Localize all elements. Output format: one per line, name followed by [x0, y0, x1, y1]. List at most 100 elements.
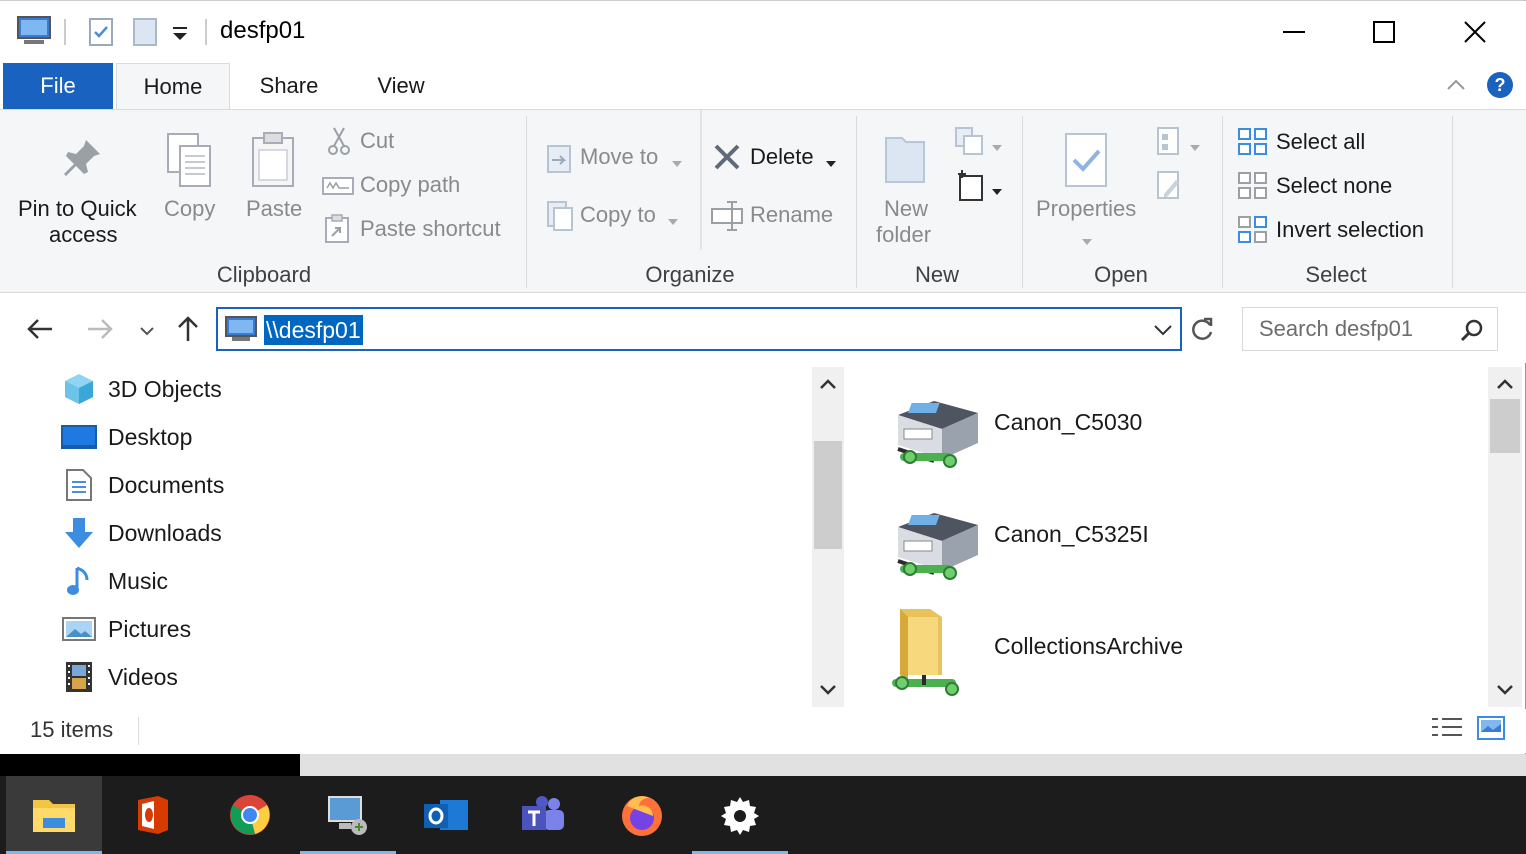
taskbar-file-explorer[interactable] [6, 776, 102, 854]
scroll-down-arrow-icon[interactable] [820, 683, 836, 701]
chevron-down-icon [1082, 232, 1092, 250]
item-count: 15 items [30, 717, 114, 742]
tab-share[interactable]: Share [240, 63, 338, 109]
address-dropdown-chevron-icon[interactable] [1154, 323, 1172, 341]
file-explorer-icon [33, 799, 75, 832]
select-all-button[interactable]: Select all [1234, 124, 1444, 160]
list-item[interactable]: Canon_C5325I [884, 491, 1444, 591]
properties-button[interactable]: Properties [1030, 128, 1148, 254]
navigation-bar: \\desfp01 Search desfp01 [0, 293, 1526, 363]
rename-label: Rename [750, 202, 834, 227]
move-to-icon [546, 142, 574, 179]
rename-icon [710, 200, 746, 237]
copy-path-icon [322, 176, 354, 201]
sidebar-item-3d-objects[interactable]: 3D Objects [60, 369, 760, 409]
new-folder-label-line2: folder [876, 222, 932, 247]
recent-locations-chevron-icon[interactable] [140, 323, 154, 341]
download-arrow-icon [60, 515, 98, 551]
minimize-button[interactable] [1249, 1, 1339, 63]
forward-arrow-icon[interactable] [86, 317, 114, 346]
scroll-up-arrow-icon[interactable] [820, 377, 836, 395]
new-folder-button[interactable]: New folder [868, 128, 948, 254]
copy-to-button[interactable]: Copy to [542, 196, 692, 236]
details-view-icon[interactable] [1430, 715, 1464, 746]
taskbar-outlook[interactable] [398, 776, 494, 854]
picture-icon [60, 611, 98, 647]
select-all-icon [1236, 126, 1270, 163]
paste-button[interactable]: Paste [240, 128, 308, 254]
move-to-button[interactable]: Move to [542, 138, 692, 178]
taskbar-office[interactable] [104, 776, 200, 854]
paste-shortcut-button[interactable]: Paste shortcut [320, 212, 520, 246]
open-button[interactable] [1150, 124, 1206, 158]
sidebar-item-desktop[interactable]: Desktop [60, 417, 760, 457]
computer-icon[interactable] [16, 15, 52, 52]
sidebar-item-videos[interactable]: Videos [60, 657, 760, 697]
invert-selection-button[interactable]: Invert selection [1234, 212, 1444, 248]
search-icon[interactable] [1459, 318, 1485, 349]
scroll-thumb[interactable] [1490, 399, 1520, 453]
taskbar-firefox[interactable] [594, 776, 690, 854]
sidebar-item-label: Desktop [108, 423, 193, 450]
sidebar-item-documents[interactable]: Documents [60, 465, 760, 505]
close-button[interactable] [1430, 1, 1520, 63]
taskbar-settings[interactable] [692, 776, 788, 854]
select-none-button[interactable]: Select none [1234, 168, 1444, 204]
group-separator [1452, 116, 1453, 288]
list-item[interactable]: CollectionsArchive [884, 603, 1444, 703]
cut-label: Cut [360, 128, 395, 153]
taskbar-remote-desktop[interactable] [300, 776, 396, 854]
easy-access-button[interactable] [952, 168, 1008, 202]
teams-icon [522, 796, 564, 830]
select-all-label: Select all [1276, 129, 1366, 154]
item-name: CollectionsArchive [994, 633, 1184, 659]
help-icon[interactable]: ? [1486, 71, 1514, 104]
cut-button[interactable]: Cut [320, 124, 520, 158]
delete-label: Delete [750, 144, 814, 169]
scroll-down-arrow-icon[interactable] [1497, 683, 1513, 701]
copy-button[interactable]: Copy [158, 128, 222, 254]
sidebar-item-music[interactable]: Music [60, 561, 760, 601]
delete-button[interactable]: Delete [708, 138, 848, 178]
up-arrow-icon[interactable] [176, 315, 200, 348]
content-pane-scrollbar[interactable] [1488, 367, 1522, 707]
new-item-button[interactable] [952, 124, 1008, 158]
group-clipboard-label: Clipboard [216, 262, 312, 287]
rename-button[interactable]: Rename [708, 196, 848, 236]
customize-toolbar-dropdown-icon[interactable] [170, 25, 190, 46]
copy-path-button[interactable]: Copy path [320, 168, 520, 202]
open-icon [1154, 126, 1184, 163]
list-item[interactable]: Canon_C5030 [884, 379, 1444, 479]
edit-button[interactable] [1150, 168, 1190, 202]
tab-home[interactable]: Home [116, 63, 230, 109]
sidebar-item-pictures[interactable]: Pictures [60, 609, 760, 649]
pin-label-line1: Pin to Quick [18, 196, 137, 221]
group-separator [526, 116, 527, 288]
pin-to-quick-access-button[interactable]: Pin to Quick access [14, 128, 148, 254]
tab-view[interactable]: View [354, 63, 448, 109]
navigation-pane-scrollbar[interactable] [812, 367, 844, 707]
back-arrow-icon[interactable] [26, 317, 54, 346]
scroll-up-arrow-icon[interactable] [1497, 377, 1513, 395]
taskbar-chrome[interactable] [202, 776, 298, 854]
new-folder-label-line1: New [884, 196, 929, 221]
tab-file[interactable]: File [3, 63, 113, 109]
address-bar[interactable]: \\desfp01 [216, 307, 1182, 351]
address-text[interactable]: \\desfp01 [264, 315, 363, 345]
new-folder-quick-icon[interactable] [132, 17, 158, 52]
scroll-thumb[interactable] [814, 441, 842, 549]
pin-icon [60, 136, 104, 185]
svg-text:?: ? [1495, 75, 1506, 95]
refresh-icon[interactable] [1188, 315, 1216, 348]
close-icon [1464, 21, 1486, 43]
maximize-button[interactable] [1339, 1, 1429, 63]
taskbar-teams[interactable] [496, 776, 592, 854]
taskbar [0, 776, 1526, 854]
search-box[interactable]: Search desfp01 [1242, 307, 1498, 351]
collapse-ribbon-icon[interactable] [1446, 77, 1466, 96]
chevron-down-icon [992, 138, 1002, 156]
sidebar-item-downloads[interactable]: Downloads [60, 513, 760, 553]
properties-quick-icon[interactable] [88, 17, 114, 52]
large-icons-view-icon[interactable] [1476, 715, 1506, 746]
file-explorer-window: desfp01 File Home Share View ? Pin to Qu [0, 0, 1526, 754]
